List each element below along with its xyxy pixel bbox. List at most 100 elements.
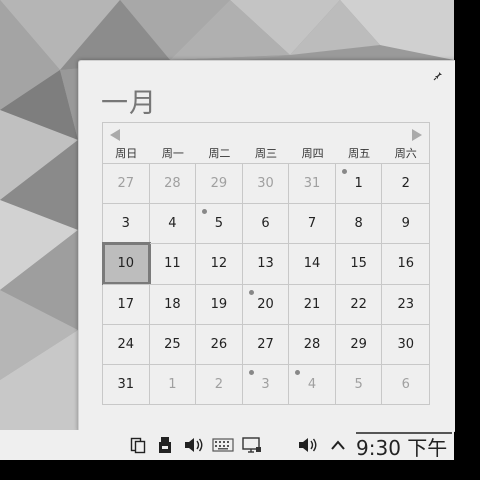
day-number: 15 — [350, 256, 367, 272]
day-number: 27 — [117, 176, 135, 192]
day-cell[interactable]: 3 — [242, 363, 290, 404]
day-cell[interactable]: 23 — [382, 283, 429, 324]
day-number: 3 — [261, 376, 270, 392]
volume-icon[interactable] — [296, 434, 320, 456]
day-cell[interactable]: 31 — [289, 163, 336, 204]
day-cell[interactable]: 5 — [196, 203, 243, 244]
volume-icon[interactable] — [182, 434, 206, 456]
day-cell[interactable]: 22 — [335, 283, 383, 324]
day-cell[interactable]: 4 — [289, 363, 336, 404]
day-number: 23 — [397, 296, 414, 312]
day-number: 7 — [307, 216, 317, 232]
next-month-icon[interactable] — [412, 129, 422, 141]
day-cell[interactable]: 19 — [196, 283, 243, 324]
weekday-header: 周日 周一 周二 周三 周四 周五 周六 — [103, 145, 429, 163]
calendar-popup: 一月 周日 周一 周二 周三 周四 周五 周六 27 28 29 30 31 1 2 3 4 5 6… — [78, 60, 455, 432]
day-cell[interactable]: 20 — [242, 283, 290, 324]
day-number: 3 — [121, 216, 130, 232]
day-number: 5 — [214, 216, 224, 232]
day-number: 1 — [168, 376, 177, 392]
keyboard-icon[interactable] — [211, 434, 235, 456]
day-number: 13 — [257, 256, 274, 272]
weekday-label: 周五 — [348, 147, 371, 160]
day-cell[interactable]: 24 — [103, 323, 150, 364]
day-cell[interactable]: 2 — [382, 163, 429, 203]
month-title: 一月 — [101, 88, 157, 119]
day-cell[interactable]: 28 — [149, 163, 197, 204]
usb-drive-icon[interactable] — [155, 434, 175, 456]
screen-edge — [454, 0, 480, 480]
day-number: 6 — [401, 376, 410, 392]
day-number: 11 — [164, 256, 181, 272]
weekday-label: 周一 — [161, 147, 184, 160]
day-number: 1 — [354, 176, 363, 192]
day-cell[interactable]: 7 — [289, 203, 336, 244]
day-cell[interactable]: 30 — [242, 163, 290, 204]
day-number: 8 — [354, 216, 363, 232]
day-number: 26 — [210, 336, 228, 352]
clipboard-icon[interactable] — [128, 434, 148, 456]
display-icon[interactable] — [240, 434, 264, 456]
day-cell[interactable]: 9 — [382, 203, 429, 243]
day-cell[interactable]: 16 — [382, 243, 429, 283]
day-number: 29 — [350, 336, 367, 352]
day-cell[interactable]: 6 — [242, 203, 290, 244]
weekday-label: 周三 — [255, 147, 278, 160]
day-cell[interactable]: 14 — [289, 243, 336, 284]
day-cell[interactable]: 1 — [149, 363, 197, 404]
day-cell[interactable]: 28 — [289, 323, 336, 364]
day-number: 19 — [210, 296, 228, 312]
day-cell[interactable]: 5 — [335, 363, 383, 404]
screen-edge — [0, 460, 454, 480]
day-cell[interactable]: 18 — [149, 283, 197, 324]
day-cell[interactable]: 29 — [196, 163, 243, 204]
pin-icon[interactable] — [433, 69, 445, 81]
previous-month-icon[interactable] — [110, 129, 120, 141]
day-number: 4 — [307, 376, 317, 392]
day-cell[interactable]: 8 — [335, 203, 383, 244]
day-cell-today[interactable]: 10 — [102, 242, 151, 285]
day-cell[interactable]: 2 — [196, 363, 243, 404]
day-number: 30 — [257, 176, 274, 192]
day-number: 4 — [168, 216, 177, 232]
day-cell[interactable]: 6 — [382, 363, 429, 404]
day-cell[interactable]: 31 — [103, 363, 150, 404]
day-cell[interactable]: 27 — [242, 323, 290, 364]
day-cell[interactable]: 27 — [103, 163, 150, 204]
day-cell[interactable]: 29 — [335, 323, 383, 364]
weekday-label: 周四 — [301, 147, 324, 160]
day-cell[interactable]: 17 — [103, 283, 150, 324]
day-number: 14 — [303, 256, 321, 272]
day-cell[interactable]: 3 — [103, 203, 150, 244]
day-cell[interactable]: 15 — [335, 243, 383, 284]
day-cell[interactable]: 11 — [149, 243, 197, 284]
day-cell[interactable]: 4 — [149, 203, 197, 244]
day-number: 16 — [397, 256, 414, 272]
day-number: 2 — [214, 376, 224, 392]
day-cell[interactable]: 1 — [335, 163, 383, 204]
event-dot — [248, 289, 254, 295]
day-cell[interactable]: 13 — [242, 243, 290, 284]
day-number: 18 — [164, 296, 181, 312]
day-cell[interactable]: 30 — [382, 323, 429, 364]
day-grid: 27 28 29 30 31 1 2 3 4 5 6 7 8 9 10 11 12 13 14 15 16 17 18 19 2… — [102, 163, 429, 404]
day-number: 29 — [210, 176, 228, 192]
day-cell[interactable]: 21 — [289, 283, 336, 324]
day-number: 22 — [350, 296, 367, 312]
day-number: 2 — [401, 176, 410, 192]
day-cell[interactable]: 12 — [196, 243, 243, 284]
day-number: 10 — [117, 256, 135, 272]
day-number: 9 — [401, 216, 410, 232]
event-dot — [341, 169, 347, 174]
taskbar-clock[interactable]: 9:30 下午 — [356, 432, 447, 461]
day-cell[interactable]: 26 — [196, 323, 243, 364]
day-number: 31 — [303, 176, 321, 192]
day-number: 6 — [261, 216, 270, 232]
chevron-up-icon[interactable] — [328, 434, 348, 456]
day-number: 5 — [354, 376, 363, 392]
day-number: 28 — [303, 336, 321, 352]
day-number: 20 — [257, 296, 274, 312]
weekday-label: 周二 — [208, 147, 231, 160]
day-number: 24 — [117, 336, 135, 352]
day-cell[interactable]: 25 — [149, 323, 197, 364]
